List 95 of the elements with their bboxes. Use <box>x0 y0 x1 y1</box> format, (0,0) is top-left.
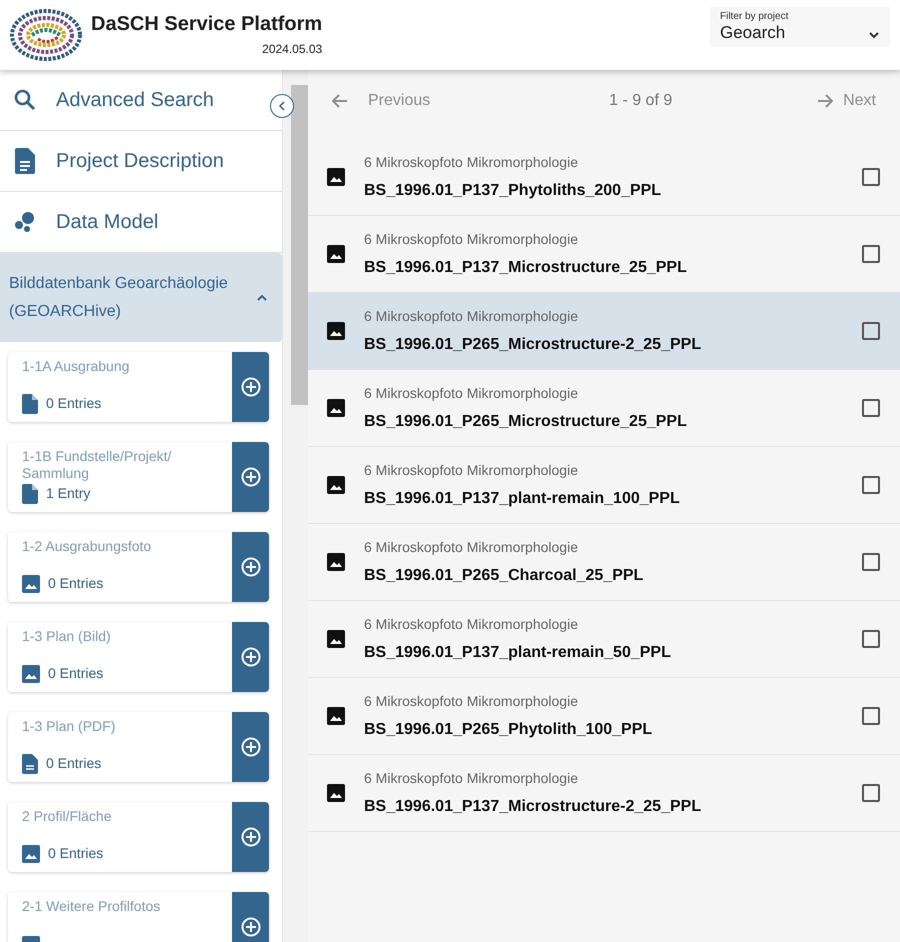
resource-label: BS_1996.01_P137_Phytoliths_200_PPL <box>364 180 662 200</box>
checkbox[interactable] <box>862 707 880 725</box>
checkbox[interactable] <box>862 476 880 494</box>
resource-type: 6 Mikroskopfoto Mikromorphologie <box>364 692 579 711</box>
document-icon <box>15 148 35 174</box>
arrow-right-icon <box>817 94 834 108</box>
image-icon <box>327 322 345 340</box>
project-filter[interactable]: Filter by project Geoarch <box>710 7 890 47</box>
resource-class-card[interactable]: 1-2 Ausgrabungsfoto 0 Entries <box>8 532 269 602</box>
file-icon <box>22 484 38 504</box>
project-group-header[interactable]: Bilddatenbank Geoarchäologie (GEOARCHive) <box>0 253 282 342</box>
result-row[interactable]: 6 Mikroskopfoto Mikromorphologie BS_1996.01_P265_Microstructure-2_25_PPL <box>308 293 900 370</box>
add-icon <box>240 917 260 937</box>
resource-label: BS_1996.01_P137_plant-remain_50_PPL <box>364 642 672 662</box>
version-label: 2024.05.03 <box>262 41 322 58</box>
search-icon <box>13 88 37 112</box>
add-resource-button[interactable] <box>232 442 269 512</box>
page-range: 1 - 9 of 9 <box>609 90 672 110</box>
add-icon <box>240 557 260 577</box>
arrow-left-icon <box>332 94 348 108</box>
resource-type: 6 Mikroskopfoto Mikromorphologie <box>364 152 579 172</box>
resource-type: 6 Mikroskopfoto Mikromorphologie <box>364 230 579 249</box>
resource-class-name: 2-1 Weitere Profilfotos <box>22 898 162 915</box>
entry-count: 1 Entry <box>46 484 90 503</box>
resource-type: 6 Mikroskopfoto Mikromorphologie <box>364 768 579 788</box>
checkbox[interactable] <box>862 245 880 263</box>
resource-type: 6 Mikroskopfoto Mikromorphologie <box>364 460 579 480</box>
add-resource-button[interactable] <box>232 802 269 872</box>
image-icon <box>327 630 345 648</box>
filter-value: Geoarch <box>720 23 786 43</box>
image-icon <box>327 784 345 802</box>
add-resource-button[interactable] <box>232 712 269 782</box>
image-icon <box>327 476 345 494</box>
checkbox[interactable] <box>862 630 880 648</box>
chevron-left-icon <box>278 101 286 111</box>
image-icon <box>22 844 40 862</box>
collapse-sidebar-button[interactable] <box>270 94 294 118</box>
resource-label: BS_1996.01_P137_plant-remain_100_PPL <box>364 488 681 508</box>
add-resource-button[interactable] <box>232 352 269 422</box>
add-icon <box>240 827 260 847</box>
add-icon <box>240 377 260 397</box>
checkbox[interactable] <box>862 322 880 340</box>
resource-label: BS_1996.01_P137_Microstructure-2_25_PPL <box>364 796 702 816</box>
project-group-title: Bilddatenbank Geoarchäologie (GEOARCHive) <box>9 274 229 322</box>
resource-class-card[interactable]: 1-3 Plan (PDF) 0 Entries <box>8 712 269 782</box>
add-resource-button[interactable] <box>232 892 269 942</box>
resource-class-name: 2 Profil/Fläche <box>22 808 112 825</box>
resource-class-name: 1-1A Ausgrabung <box>22 358 130 375</box>
entry-count: 0 Entries <box>48 574 104 593</box>
resource-label: BS_1996.01_P265_Microstructure-2_25_PPL <box>364 334 702 354</box>
file-icon <box>22 394 38 414</box>
chevron-down-icon <box>868 31 880 39</box>
dots-icon <box>14 212 36 232</box>
resource-label: BS_1996.01_P265_Phytolith_100_PPL <box>364 720 654 740</box>
sidebar-nav-item[interactable]: Project Description <box>0 131 282 192</box>
entry-count: 0 Entries <box>48 664 104 683</box>
chevron-up-icon <box>256 294 268 302</box>
scrollbar-thumb[interactable] <box>291 85 308 405</box>
checkbox[interactable] <box>862 784 880 802</box>
image-icon <box>327 245 345 263</box>
document-icon <box>22 754 38 774</box>
resource-class-name: 1-2 Ausgrabungsfoto <box>22 538 152 555</box>
resource-class-card[interactable]: 2 Profil/Fläche 0 Entries <box>8 802 269 872</box>
add-icon <box>240 467 260 487</box>
add-resource-button[interactable] <box>232 532 269 602</box>
image-icon <box>327 553 345 571</box>
image-icon <box>22 574 40 592</box>
add-resource-button[interactable] <box>232 622 269 692</box>
resource-class-card[interactable]: 1-3 Plan (Bild) 0 Entries <box>8 622 269 692</box>
resource-type: 6 Mikroskopfoto Mikromorphologie <box>364 538 579 557</box>
add-icon <box>240 737 260 757</box>
app-title: DaSCH Service Platform <box>91 12 322 36</box>
resource-type: 6 Mikroskopfoto Mikromorphologie <box>364 384 579 403</box>
resource-label: BS_1996.01_P265_Microstructure_25_PPL <box>364 412 688 432</box>
checkbox[interactable] <box>862 399 880 417</box>
resource-class-name: 1-3 Plan (PDF) <box>22 718 116 735</box>
image-icon <box>327 707 345 725</box>
resource-class-card[interactable]: 1-1B Fundstelle/Projekt/ Sammlung 1 Entry <box>8 442 269 512</box>
resource-type: 6 Mikroskopfoto Mikromorphologie <box>364 306 579 326</box>
image-icon <box>327 399 345 417</box>
resource-class-name: 1-3 Plan (Bild) <box>22 628 112 645</box>
image-icon <box>327 168 345 186</box>
resource-label: BS_1996.01_P137_Microstructure_25_PPL <box>364 258 688 278</box>
resource-type: 6 Mikroskopfoto Mikromorphologie <box>364 614 579 634</box>
entry-count: 0 Entries <box>46 754 102 773</box>
filter-label: Filter by project <box>720 11 788 23</box>
resource-label: BS_1996.01_P265_Charcoal_25_PPL <box>364 566 644 586</box>
entry-count: 0 Entries <box>46 394 102 413</box>
entry-count: 0 Entries <box>48 844 104 863</box>
add-icon <box>240 647 260 667</box>
checkbox[interactable] <box>862 553 880 571</box>
resource-class-name: 1-1B Fundstelle/Projekt/ Sammlung <box>22 448 172 482</box>
image-icon <box>22 664 40 682</box>
checkbox[interactable] <box>862 168 880 186</box>
resource-class-card[interactable]: 1-1A Ausgrabung 0 Entries <box>8 352 269 422</box>
